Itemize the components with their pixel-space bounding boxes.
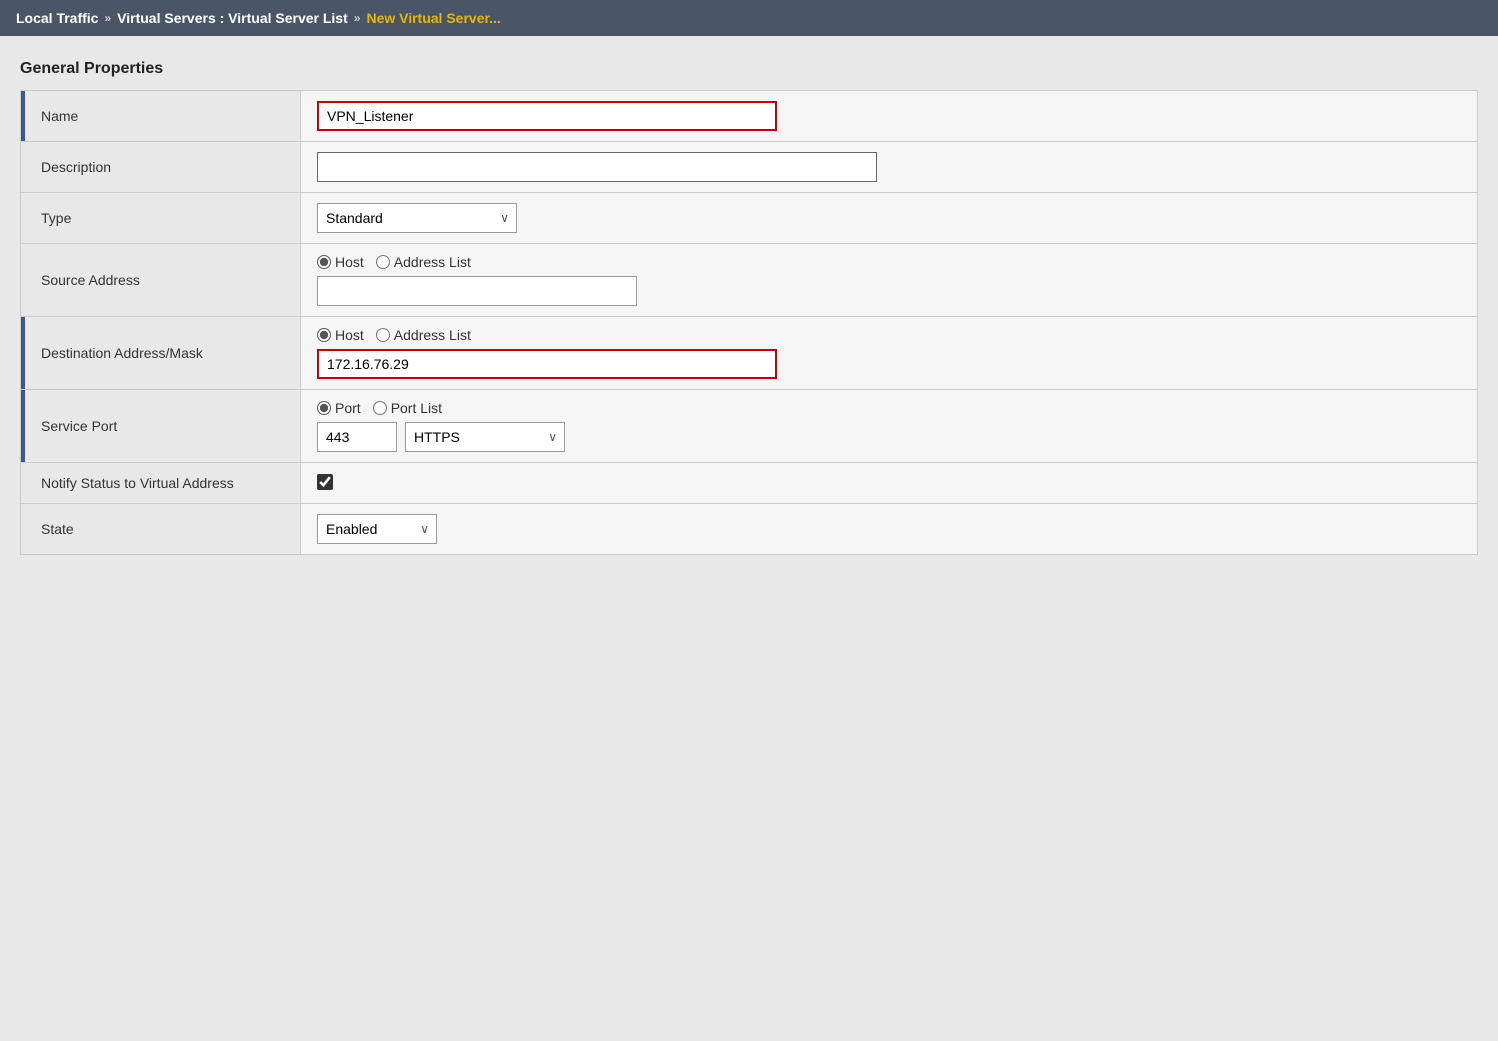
type-label-cell: Type bbox=[21, 193, 301, 244]
breadcrumb-sep1: » bbox=[104, 11, 111, 25]
state-label: State bbox=[37, 521, 74, 537]
destination-addresslist-radio[interactable] bbox=[376, 328, 390, 342]
service-port-value-cell: Port Port List HTTPS HTTP FTP SSH bbox=[301, 390, 1478, 463]
notify-status-label-cell: Notify Status to Virtual Address bbox=[21, 463, 301, 504]
source-addresslist-label: Address List bbox=[394, 254, 471, 270]
description-input[interactable] bbox=[317, 152, 877, 182]
destination-addresslist-radio-label[interactable]: Address List bbox=[376, 327, 471, 343]
service-select[interactable]: HTTPS HTTP FTP SSH SMTP DNS Other bbox=[405, 422, 565, 452]
source-host-label: Host bbox=[335, 254, 364, 270]
breadcrumb-sep2: » bbox=[354, 11, 361, 25]
source-address-label-cell: Source Address bbox=[21, 244, 301, 317]
destination-host-radio[interactable] bbox=[317, 328, 331, 342]
description-value-cell bbox=[301, 142, 1478, 193]
port-radio-label[interactable]: Port bbox=[317, 400, 361, 416]
source-address-value-cell: Host Address List bbox=[301, 244, 1478, 317]
destination-address-radio-group: Host Address List bbox=[317, 327, 1461, 343]
name-value-cell bbox=[301, 91, 1478, 142]
source-host-radio[interactable] bbox=[317, 255, 331, 269]
service-select-wrapper: HTTPS HTTP FTP SSH SMTP DNS Other bbox=[405, 422, 565, 452]
source-addresslist-radio-label[interactable]: Address List bbox=[376, 254, 471, 270]
port-label: Port bbox=[335, 400, 361, 416]
general-properties-table: Name Description Type Standard bbox=[20, 90, 1478, 555]
name-label-cell: Name bbox=[21, 91, 301, 142]
name-label: Name bbox=[37, 108, 78, 124]
section-title: General Properties bbox=[20, 60, 1478, 78]
type-label: Type bbox=[37, 210, 71, 226]
state-select[interactable]: Enabled Disabled bbox=[317, 514, 437, 544]
destination-address-value-cell: Host Address List bbox=[301, 317, 1478, 390]
description-label: Description bbox=[37, 159, 111, 175]
source-address-label: Source Address bbox=[37, 272, 140, 288]
source-address-radio-group: Host Address List bbox=[317, 254, 1461, 270]
breadcrumb-part1: Local Traffic bbox=[16, 10, 98, 26]
service-port-radio-group: Port Port List bbox=[317, 400, 1461, 416]
notify-status-checkbox[interactable] bbox=[317, 474, 333, 490]
port-list-radio-label[interactable]: Port List bbox=[373, 400, 442, 416]
destination-address-input[interactable] bbox=[317, 349, 777, 379]
state-select-wrapper: Enabled Disabled bbox=[317, 514, 437, 544]
destination-address-label-cell: Destination Address/Mask bbox=[21, 317, 301, 390]
service-port-label: Service Port bbox=[37, 418, 117, 434]
source-addresslist-radio[interactable] bbox=[376, 255, 390, 269]
notify-status-row: Notify Status to Virtual Address bbox=[21, 463, 1478, 504]
destination-host-label: Host bbox=[335, 327, 364, 343]
source-address-input[interactable] bbox=[317, 276, 637, 306]
state-value-cell: Enabled Disabled bbox=[301, 504, 1478, 555]
port-row: HTTPS HTTP FTP SSH SMTP DNS Other bbox=[317, 422, 1461, 452]
source-host-radio-label[interactable]: Host bbox=[317, 254, 364, 270]
type-select[interactable]: Standard Forwarding (Layer 2) Forwarding… bbox=[317, 203, 517, 233]
type-row: Type Standard Forwarding (Layer 2) Forwa… bbox=[21, 193, 1478, 244]
name-row: Name bbox=[21, 91, 1478, 142]
type-value-cell: Standard Forwarding (Layer 2) Forwarding… bbox=[301, 193, 1478, 244]
service-port-row: Service Port Port Port List bbox=[21, 390, 1478, 463]
notify-status-label: Notify Status to Virtual Address bbox=[37, 475, 234, 491]
destination-address-label: Destination Address/Mask bbox=[37, 345, 203, 361]
port-radio[interactable] bbox=[317, 401, 331, 415]
name-input[interactable] bbox=[317, 101, 777, 131]
port-list-radio[interactable] bbox=[373, 401, 387, 415]
breadcrumb-part2: Virtual Servers : Virtual Server List bbox=[117, 10, 348, 26]
state-label-cell: State bbox=[21, 504, 301, 555]
type-select-wrapper: Standard Forwarding (Layer 2) Forwarding… bbox=[317, 203, 517, 233]
state-row: State Enabled Disabled bbox=[21, 504, 1478, 555]
port-list-label: Port List bbox=[391, 400, 442, 416]
breadcrumb-bar: Local Traffic » Virtual Servers : Virtua… bbox=[0, 0, 1498, 36]
source-address-row: Source Address Host Address List bbox=[21, 244, 1478, 317]
service-port-label-cell: Service Port bbox=[21, 390, 301, 463]
destination-addresslist-label: Address List bbox=[394, 327, 471, 343]
breadcrumb-part3: New Virtual Server... bbox=[366, 10, 500, 26]
destination-host-radio-label[interactable]: Host bbox=[317, 327, 364, 343]
description-row: Description bbox=[21, 142, 1478, 193]
destination-address-row: Destination Address/Mask Host Address Li… bbox=[21, 317, 1478, 390]
port-number-input[interactable] bbox=[317, 422, 397, 452]
page-content: General Properties Name Description Type bbox=[0, 36, 1498, 579]
notify-status-value-cell bbox=[301, 463, 1478, 504]
description-label-cell: Description bbox=[21, 142, 301, 193]
